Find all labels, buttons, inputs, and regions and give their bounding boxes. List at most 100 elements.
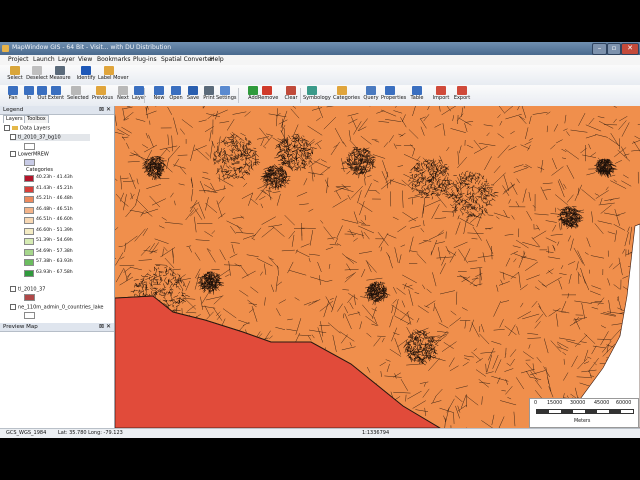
category-label: 45.21h - 46.48h xyxy=(36,196,73,201)
tool-label: Previous xyxy=(92,95,114,101)
zoom-layer-icon xyxy=(134,86,144,95)
status-projection[interactable]: GCS_WGS_1984 xyxy=(6,430,46,436)
preview-title: Preview Map xyxy=(3,324,38,330)
query-icon xyxy=(366,86,376,95)
deselect-icon xyxy=(32,66,42,75)
select-button[interactable]: Select xyxy=(4,66,26,84)
toolbar-main: Pan In Out Extent Selected Previous Next Layer N… xyxy=(0,85,640,107)
label-mover-button[interactable]: Label Mover xyxy=(98,66,129,84)
close-button[interactable]: ✕ xyxy=(621,43,639,55)
scale-unit: Meters xyxy=(574,419,591,424)
tool-label: Table xyxy=(410,95,424,101)
save-icon xyxy=(188,86,198,95)
query-button[interactable]: Query xyxy=(362,86,380,104)
categories-label: Categories xyxy=(26,167,53,173)
export-icon xyxy=(457,86,467,95)
measure-button[interactable]: Measure xyxy=(49,66,71,84)
layer-checkbox[interactable] xyxy=(10,151,16,157)
new-icon xyxy=(154,86,164,95)
import-icon xyxy=(436,86,446,95)
tool-label: Symbology xyxy=(303,95,331,101)
tool-label: Extent xyxy=(47,95,65,101)
layer-item-tl2010[interactable]: tl_2010_37 xyxy=(10,286,45,293)
menu-view[interactable]: View xyxy=(78,56,92,63)
category-label: 46.48h - 46.51h xyxy=(36,206,73,212)
tool-label: Properties xyxy=(381,95,407,101)
open-icon xyxy=(171,86,181,95)
tool-label: Export xyxy=(453,95,471,101)
tab-layers[interactable]: Layers xyxy=(3,115,26,123)
status-scale[interactable]: 1:1336794 xyxy=(362,430,389,436)
legend-header: Legend ⊠ ✕ xyxy=(0,106,114,115)
scale-tick: 0 xyxy=(534,401,538,406)
category-swatch xyxy=(24,227,34,235)
scale-tick: 30000 xyxy=(570,401,586,406)
category-label: 40.23h - 41.43h xyxy=(36,175,73,180)
tab-toolbox[interactable]: Toolbox xyxy=(24,115,49,123)
settings-icon xyxy=(220,86,230,95)
layer-checkbox[interactable] xyxy=(10,286,16,292)
layer-item-countries[interactable]: ne_110m_admin_0_countries_lake xyxy=(10,304,104,311)
layer-swatch xyxy=(24,312,35,319)
group-data-layers[interactable]: Data Layers xyxy=(4,125,50,132)
preview-close-icon[interactable]: ⊠ ✕ xyxy=(99,323,111,330)
previous-button[interactable]: Previous xyxy=(92,86,114,104)
menu-layer[interactable]: Layer xyxy=(58,56,75,63)
menu-bookmarks[interactable]: Bookmarks xyxy=(97,56,131,63)
preview-header: Preview Map ⊠ ✕ xyxy=(0,323,114,332)
tool-label: Categories xyxy=(333,95,360,101)
settings-button[interactable]: Settings xyxy=(216,86,237,104)
deselect-button[interactable]: Deselect xyxy=(26,66,48,84)
layer-button[interactable]: Layer xyxy=(130,86,148,104)
status-bar: GCS_WGS_1984 Lat: 35.780 Long: -79.123 1… xyxy=(0,428,640,438)
group-label: Data Layers xyxy=(20,125,51,132)
map-view[interactable]: 0 15000 30000 45000 60000 Meters xyxy=(115,106,640,428)
layer-checkbox[interactable] xyxy=(10,304,16,310)
menu-spatial-converter[interactable]: Spatial Converter xyxy=(161,56,213,63)
group-checkbox[interactable] xyxy=(4,125,10,131)
table-button[interactable]: Table xyxy=(408,86,426,104)
minimize-button[interactable]: – xyxy=(592,43,607,55)
selected-button[interactable]: Selected xyxy=(67,86,89,104)
scale-tick: 15000 xyxy=(547,401,563,406)
map-canvas[interactable] xyxy=(115,106,640,428)
import-button[interactable]: Import xyxy=(432,86,450,104)
new-button[interactable]: New xyxy=(150,86,168,104)
tool-label: Settings xyxy=(216,95,237,101)
category-swatch xyxy=(24,206,34,214)
clear-button[interactable]: Clear xyxy=(282,86,300,104)
tool-label: Query xyxy=(363,95,379,101)
layer-item-lowermrew[interactable]: LowerMREW xyxy=(10,151,49,158)
remove-layer-icon xyxy=(262,86,272,95)
extent-button[interactable]: Extent xyxy=(47,86,65,104)
categories-icon xyxy=(337,86,347,95)
layer-checkbox[interactable] xyxy=(10,134,16,140)
menu-help[interactable]: Help xyxy=(210,56,224,63)
menu-launch[interactable]: Launch xyxy=(33,56,55,63)
identify-icon xyxy=(81,66,91,75)
export-button[interactable]: Export xyxy=(453,86,471,104)
open-button[interactable]: Open xyxy=(167,86,185,104)
category-label: 41.43h - 45.21h xyxy=(36,185,73,191)
zoom-out-icon xyxy=(37,86,47,95)
layer-item-bg10[interactable]: tl_2010_37_bg10 xyxy=(10,134,90,141)
main-window: MapWindow GIS - 64 Bit - Visit... with D… xyxy=(0,42,640,438)
layer-label: ne_110m_admin_0_countries_lake xyxy=(18,304,104,311)
categories-button[interactable]: Categories xyxy=(333,86,360,104)
label-mover-icon xyxy=(104,66,114,75)
symbology-button[interactable]: Symbology xyxy=(303,86,331,104)
preview-map[interactable] xyxy=(1,332,113,426)
category-swatch xyxy=(24,269,34,277)
remove-button[interactable]: Remove xyxy=(258,86,278,104)
menu-project[interactable]: Project xyxy=(8,56,29,63)
identify-button[interactable]: Identify xyxy=(75,66,97,84)
maximize-button[interactable]: ▫ xyxy=(607,43,621,55)
properties-button[interactable]: Properties xyxy=(381,86,407,104)
folder-icon xyxy=(12,126,18,130)
tool-label: Selected xyxy=(67,95,89,101)
pan-icon xyxy=(8,86,18,95)
scale-tick: 45000 xyxy=(594,401,610,406)
legend-close-icon[interactable]: ⊠ ✕ xyxy=(99,106,111,113)
add-layer-icon xyxy=(248,86,258,95)
menu-plugins[interactable]: Plug-ins xyxy=(133,56,157,63)
